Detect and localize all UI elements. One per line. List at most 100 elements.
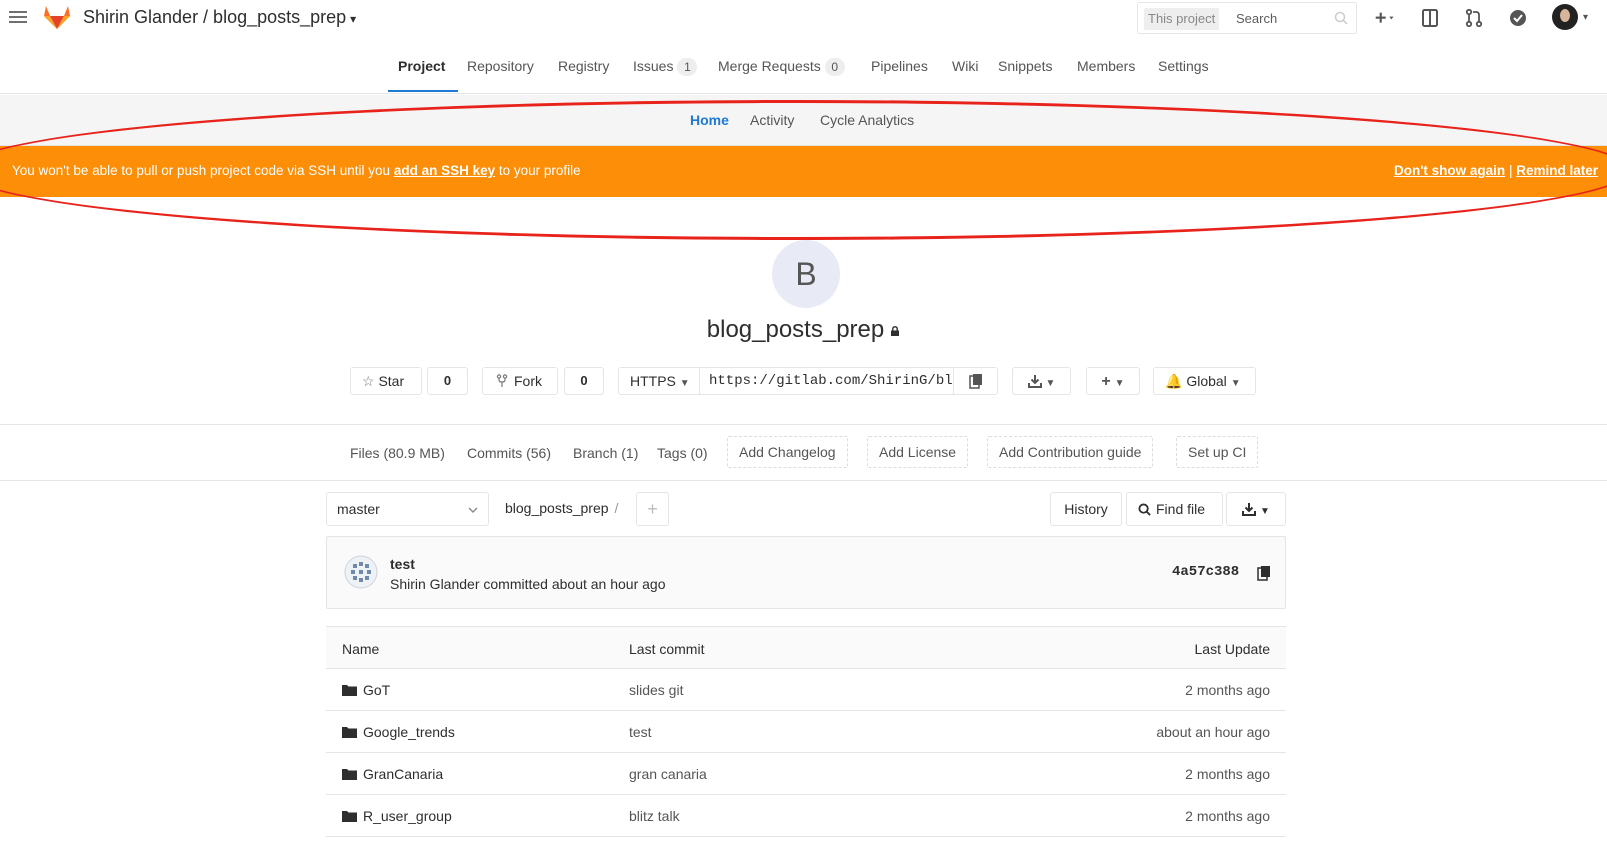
- tags-stat-link[interactable]: Tags (0): [657, 445, 708, 461]
- folder-icon: [342, 769, 357, 780]
- clone-protocol-label: HTTPS: [630, 373, 676, 389]
- file-name-cell[interactable]: R_user_group: [342, 808, 452, 824]
- add-changelog-button[interactable]: Add Changelog: [727, 436, 848, 468]
- notification-level-label: Global: [1186, 373, 1227, 389]
- issues-count-badge: 1: [677, 58, 698, 76]
- table-row[interactable]: GoT slides git 2 months ago: [326, 669, 1286, 711]
- clone-url-field[interactable]: https://gitlab.com/ShirinG/blog_posts_pr…: [699, 367, 955, 395]
- project-breadcrumb[interactable]: Shirin Glander / blog_posts_prep ▾: [83, 7, 356, 28]
- star-button[interactable]: ☆ Star: [350, 367, 422, 395]
- find-file-button[interactable]: Find file: [1126, 492, 1223, 526]
- commit-message-link[interactable]: test: [629, 724, 652, 740]
- commit-message-link[interactable]: slides git: [629, 682, 683, 698]
- history-button[interactable]: History: [1050, 492, 1122, 526]
- commit-title[interactable]: test: [390, 556, 415, 572]
- fork-label: Fork: [514, 373, 542, 389]
- star-icon: ☆: [362, 373, 375, 389]
- add-contribution-guide-button[interactable]: Add Contribution guide: [987, 436, 1154, 468]
- folder-icon: [342, 685, 357, 696]
- table-row[interactable]: GranCanaria gran canaria 2 months ago: [326, 753, 1286, 795]
- search-scope-badge: This project: [1144, 8, 1220, 30]
- file-name: Google_trends: [363, 724, 455, 740]
- caret-down-icon: ▼: [1259, 506, 1270, 517]
- branch-stat-link[interactable]: Branch (1): [573, 445, 638, 461]
- table-row[interactable]: R_user_group blitz talk 2 months ago: [326, 795, 1286, 837]
- commit-meta: Shirin Glander committed about an hour a…: [390, 576, 666, 592]
- commits-stat-link[interactable]: Commits (56): [467, 445, 551, 461]
- tab-wiki[interactable]: Wiki: [952, 58, 978, 74]
- caret-down-icon: ▼: [1114, 378, 1125, 389]
- file-name-cell[interactable]: GoT: [342, 682, 390, 698]
- subtab-activity[interactable]: Activity: [750, 112, 794, 128]
- commit-author-avatar[interactable]: [344, 555, 378, 589]
- last-update-cell: about an hour ago: [1156, 724, 1270, 740]
- divider: [0, 480, 1607, 481]
- alert-separator: |: [1508, 163, 1513, 178]
- file-name-cell[interactable]: Google_trends: [342, 724, 455, 740]
- last-commit-panel: test Shirin Glander committed about an h…: [326, 536, 1286, 609]
- commit-message-link[interactable]: gran canaria: [629, 766, 707, 782]
- active-tab-indicator: [388, 90, 458, 92]
- branch-name: master: [337, 501, 380, 517]
- hamburger-menu-icon[interactable]: [9, 8, 27, 26]
- tree-breadcrumb: blog_posts_prep /: [505, 500, 618, 516]
- subtab-home[interactable]: Home: [690, 112, 729, 128]
- col-last-commit-header: Last commit: [629, 641, 705, 657]
- star-count[interactable]: 0: [427, 367, 468, 395]
- clipboard-icon[interactable]: [1257, 565, 1271, 581]
- add-ssh-key-link[interactable]: add an SSH key: [394, 163, 495, 178]
- tab-members[interactable]: Members: [1077, 58, 1135, 74]
- tab-repository[interactable]: Repository: [467, 58, 534, 74]
- fork-button[interactable]: Fork: [482, 367, 558, 395]
- todos-check-icon[interactable]: [1508, 8, 1528, 28]
- setup-ci-button[interactable]: Set up CI: [1176, 436, 1259, 468]
- fork-count[interactable]: 0: [564, 367, 604, 395]
- download-dropdown[interactable]: ▼: [1012, 367, 1071, 395]
- tab-snippets[interactable]: Snippets: [998, 58, 1052, 74]
- dont-show-again-link[interactable]: Don't show again: [1394, 163, 1505, 178]
- ssh-alert-message: You won't be able to pull or push projec…: [12, 163, 581, 178]
- ssh-alert-text-before: You won't be able to pull or push projec…: [12, 163, 394, 178]
- add-file-button[interactable]: +: [636, 492, 669, 526]
- file-name-cell[interactable]: GranCanaria: [342, 766, 443, 782]
- todo-board-icon[interactable]: [1420, 8, 1440, 28]
- remind-later-link[interactable]: Remind later: [1516, 163, 1598, 178]
- merge-requests-count-badge: 0: [824, 58, 845, 76]
- notification-dropdown[interactable]: 🔔 Global ▼: [1153, 367, 1256, 395]
- tab-registry[interactable]: Registry: [558, 58, 609, 74]
- search-icon: [1138, 503, 1151, 516]
- plus-dropdown-icon[interactable]: [1375, 8, 1395, 28]
- repo-root-link[interactable]: blog_posts_prep: [505, 500, 609, 516]
- col-last-update-header: Last Update: [1194, 641, 1271, 657]
- new-item-dropdown[interactable]: + ▼: [1086, 367, 1140, 395]
- plus-icon: +: [1101, 373, 1111, 390]
- tab-pipelines[interactable]: Pipelines: [871, 58, 928, 74]
- tab-settings[interactable]: Settings: [1158, 58, 1209, 74]
- tab-issues[interactable]: Issues 1: [633, 58, 698, 76]
- branch-select[interactable]: master: [326, 492, 489, 526]
- project-path-text: Shirin Glander / blog_posts_prep: [83, 7, 347, 27]
- user-avatar[interactable]: [1552, 4, 1578, 30]
- search-input[interactable]: This project Search: [1137, 2, 1357, 34]
- lock-icon: [891, 326, 900, 336]
- commit-sha[interactable]: 4a57c388: [1172, 564, 1239, 580]
- chevron-down-icon[interactable]: ▾: [1583, 12, 1588, 23]
- download-icon: [1027, 375, 1042, 388]
- tab-project[interactable]: Project: [398, 58, 445, 74]
- commit-message-link[interactable]: blitz talk: [629, 808, 680, 824]
- gitlab-logo-icon[interactable]: [43, 4, 71, 30]
- subtab-cycle-analytics[interactable]: Cycle Analytics: [820, 112, 914, 128]
- table-header: Name Last commit Last Update: [326, 626, 1286, 669]
- files-stat-link[interactable]: Files (80.9 MB): [350, 445, 445, 461]
- project-nav: Project Repository Registry Issues 1 Merg…: [0, 50, 1607, 94]
- download-archive-dropdown[interactable]: ▼: [1226, 492, 1286, 526]
- copy-url-button[interactable]: [953, 367, 998, 395]
- divider: [0, 424, 1607, 425]
- table-row[interactable]: Google_trends test about an hour ago: [326, 711, 1286, 753]
- tab-merge-requests[interactable]: Merge Requests 0: [718, 58, 845, 76]
- ssh-key-alert: You won't be able to pull or push projec…: [0, 146, 1607, 197]
- clone-protocol-dropdown[interactable]: HTTPS ▼: [618, 367, 700, 395]
- add-license-button[interactable]: Add License: [867, 436, 969, 468]
- caret-down-icon: ▼: [679, 378, 690, 389]
- merge-request-icon[interactable]: [1464, 8, 1484, 28]
